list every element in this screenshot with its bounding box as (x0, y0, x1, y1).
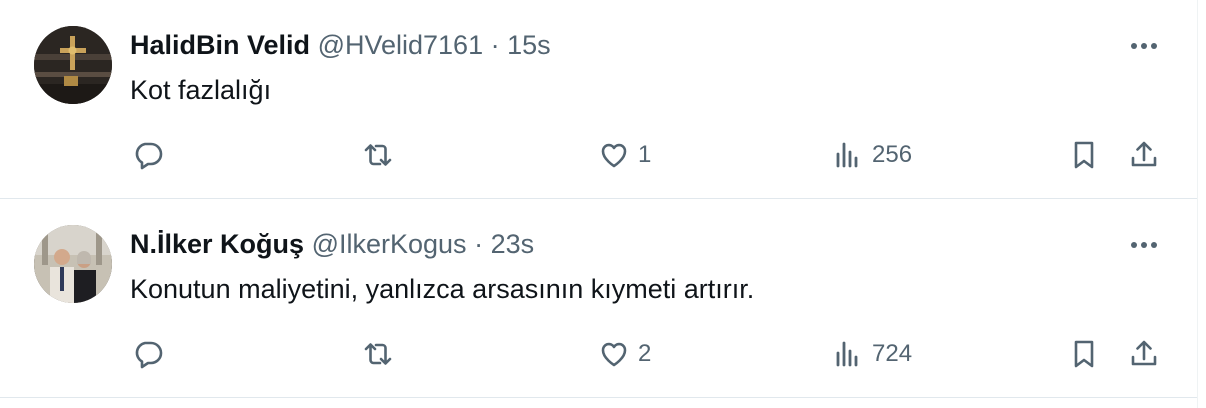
tweet-text: Kot fazlalığı (130, 75, 272, 105)
view-count: 256 (872, 141, 913, 168)
tweet[interactable]: HalidBin Velid @HVelid7161 · 15s Kot faz… (0, 0, 1197, 199)
like-button[interactable]: 1 (598, 135, 651, 175)
bookmark-button[interactable] (1068, 334, 1100, 374)
bookmark-icon (1074, 340, 1094, 368)
reply-button[interactable] (132, 334, 164, 374)
timestamp[interactable]: 15s (507, 30, 551, 60)
views-button[interactable]: 256 (832, 135, 912, 175)
share-button[interactable] (1128, 135, 1160, 175)
like-button[interactable]: 2 (598, 334, 651, 374)
retweet-icon (364, 343, 392, 365)
avatar[interactable] (34, 225, 112, 303)
heart-icon (601, 143, 627, 168)
display-name[interactable]: N.İlker Koğuş (130, 229, 304, 259)
reply-icon (135, 341, 163, 369)
share-icon (1131, 141, 1157, 167)
reply-icon (135, 142, 163, 170)
bookmark-icon (1074, 141, 1094, 169)
retweet-button[interactable] (362, 135, 394, 175)
more-icon[interactable] (1126, 34, 1162, 58)
tweet[interactable]: N.İlker Koğuş @IlkerKogus · 23s Konutun … (0, 199, 1197, 398)
bookmark-button[interactable] (1068, 135, 1100, 175)
share-button[interactable] (1128, 334, 1160, 374)
action-bar: 1 256 (0, 135, 1197, 175)
timeline: HalidBin Velid @HVelid7161 · 15s Kot faz… (0, 0, 1198, 408)
timestamp[interactable]: 23s (491, 229, 535, 259)
tweet-text: Konutun maliyetini, yanlızca arsasının k… (130, 274, 755, 304)
heart-icon (601, 342, 627, 367)
views-icon (836, 142, 858, 168)
avatar[interactable] (34, 26, 112, 104)
action-bar: 2 724 (0, 334, 1197, 374)
like-count: 1 (638, 141, 652, 168)
avatar-image (34, 26, 112, 104)
user-handle[interactable]: @IlkerKogus (312, 229, 467, 259)
tweet-header: HalidBin Velid @HVelid7161 · 15s (130, 29, 551, 61)
views-icon (836, 341, 858, 367)
avatar-image (34, 225, 112, 303)
more-icon[interactable] (1126, 233, 1162, 257)
retweet-button[interactable] (362, 334, 394, 374)
view-count: 724 (872, 340, 913, 367)
user-handle[interactable]: @HVelid7161 (318, 30, 484, 60)
retweet-icon (364, 144, 392, 166)
separator: · (474, 229, 484, 259)
share-icon (1131, 340, 1157, 366)
views-button[interactable]: 724 (832, 334, 912, 374)
like-count: 2 (638, 340, 652, 367)
reply-button[interactable] (132, 135, 164, 175)
separator: · (490, 30, 500, 60)
display-name[interactable]: HalidBin Velid (130, 30, 310, 60)
tweet-header: N.İlker Koğuş @IlkerKogus · 23s (130, 228, 534, 260)
